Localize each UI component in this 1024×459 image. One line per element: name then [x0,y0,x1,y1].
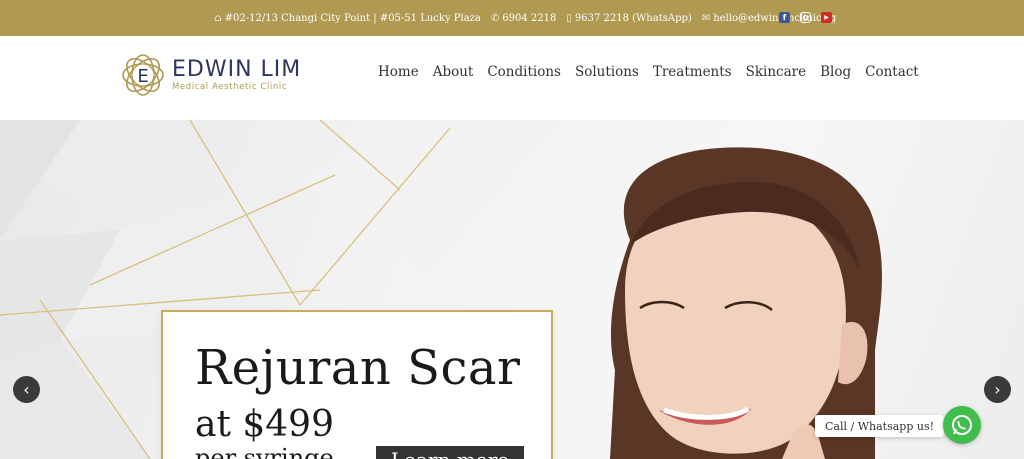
nav-item-home[interactable]: Home [378,64,419,80]
learn-more-button[interactable]: Learn more [376,446,524,459]
chevron-right-icon: › [994,380,1001,399]
top-bar: ⌂ #02-12/13 Changi City Point | #05-51 L… [0,0,1024,36]
promo-price: at $499 [195,404,334,445]
whatsapp-text[interactable]: 9637 2218 (WhatsApp) [575,13,692,24]
site-header: E EDWIN LIM Medical Aesthetic Clinic Hom… [0,36,1024,120]
phone-item[interactable]: ✆ 6904 2218 [491,13,556,24]
facebook-icon[interactable]: f [779,12,790,23]
youtube-icon[interactable]: ▶ [821,12,832,23]
logo-tagline: Medical Aesthetic Clinic [172,81,288,92]
whatsapp-button[interactable] [943,406,981,444]
address-item: ⌂ #02-12/13 Changi City Point | #05-51 L… [214,13,481,24]
call-whatsapp-label[interactable]: Call / Whatsapp us! [815,415,945,437]
home-icon: ⌂ [214,12,222,24]
logo-name: EDWIN LIM [172,56,302,82]
nav-item-solutions[interactable]: Solutions [575,64,639,80]
clinic-logo[interactable]: E EDWIN LIM Medical Aesthetic Clinic [120,52,301,98]
main-nav: Home About Conditions Solutions Treatmen… [378,64,933,80]
promo-title: Rejuran Scar [195,340,521,396]
phone-text[interactable]: 6904 2218 [502,13,556,24]
whatsapp-icon [952,415,972,435]
instagram-icon[interactable] [800,12,811,23]
hero-slider: Rejuran Scar at $499 per syringe Learn m… [0,120,1024,459]
nav-item-blog[interactable]: Blog [820,64,851,80]
chevron-left-icon: ‹ [23,380,30,399]
nav-item-contact[interactable]: Contact [865,64,919,80]
nav-item-conditions[interactable]: Conditions [487,64,561,80]
logo-emblem-icon: E [120,52,166,98]
nav-item-skincare[interactable]: Skincare [746,64,807,80]
whatsapp-item[interactable]: ▯ 9637 2218 (WhatsApp) [566,13,691,24]
mobile-icon: ▯ [566,12,572,24]
promo-subtitle: per syringe [195,444,334,459]
slider-prev-button[interactable]: ‹ [13,376,40,403]
promo-card: Rejuran Scar at $499 per syringe Learn m… [161,310,553,459]
model-photo [610,147,882,459]
nav-item-about[interactable]: About [433,64,474,80]
slider-next-button[interactable]: › [984,376,1011,403]
phone-icon: ✆ [490,12,500,24]
address-text: #02-12/13 Changi City Point | #05-51 Luc… [224,12,481,24]
nav-item-treatments[interactable]: Treatments [653,64,732,80]
mail-icon: ✉ [701,12,711,24]
logo-letter: E [137,66,148,87]
